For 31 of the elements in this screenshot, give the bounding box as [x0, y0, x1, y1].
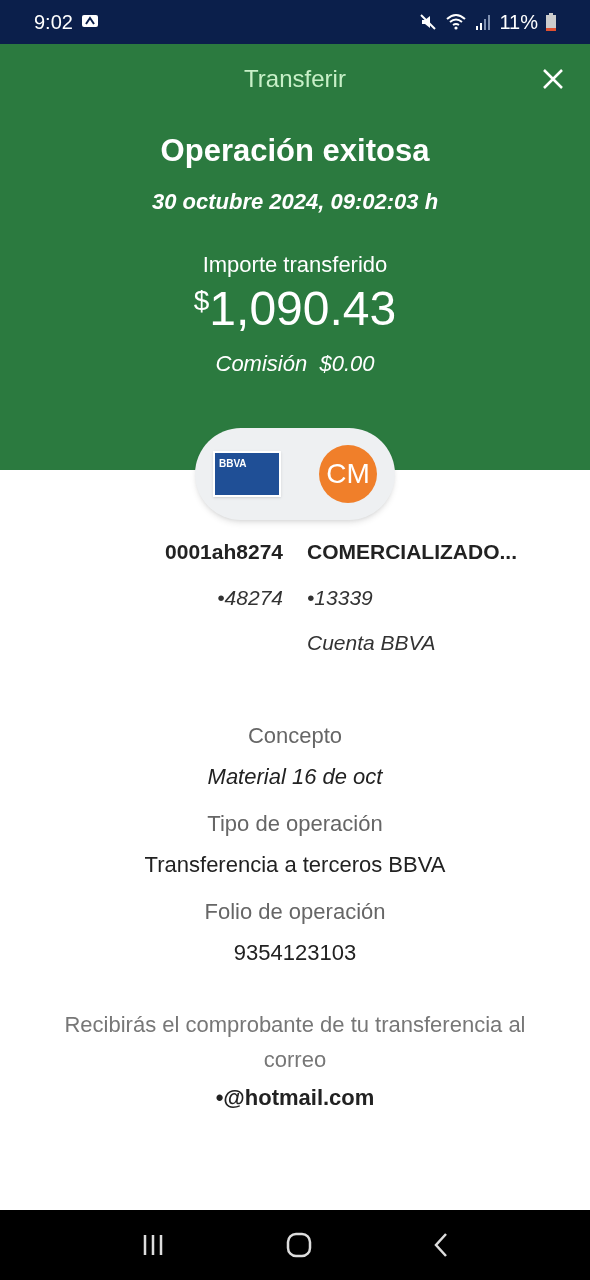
success-title: Operación exitosa	[160, 132, 430, 170]
operation-datetime: 30 octubre 2024, 09:02:03 h	[151, 187, 439, 216]
detail-label: Concepto	[247, 721, 343, 750]
bank-card-icon: BBVA	[213, 451, 281, 497]
amount-label: Importe transferido	[202, 250, 388, 279]
detail-value: 9354123103	[233, 938, 357, 967]
close-icon	[542, 68, 564, 90]
notification-icon	[80, 14, 99, 30]
recipient-avatar: CM	[319, 445, 377, 503]
origin-account-name: 0001ah8274	[165, 539, 283, 565]
battery-percent: 11%	[499, 10, 538, 35]
battery-icon	[546, 13, 556, 31]
receipt-notice: Recibirás el comprobante de tu transferencia al correo	[63, 1010, 527, 1074]
origin-account-number: •48274	[217, 584, 283, 611]
mute-icon	[419, 13, 438, 31]
recipient-account-number: •13339	[307, 584, 373, 611]
recipient-bank: Cuenta BBVA	[307, 630, 436, 656]
signal-icon	[475, 13, 492, 31]
detail-value: Transferencia a terceros BBVA	[144, 850, 446, 879]
amount-value: $1,090.43	[193, 284, 397, 333]
email-address: •@hotmail.com	[215, 1083, 375, 1112]
commission-text: Comisión $0.00	[215, 349, 375, 378]
detail-label: Tipo de operación	[207, 809, 383, 838]
detail-value: Material 16 de oct	[207, 762, 383, 791]
detail-label: Folio de operación	[204, 897, 386, 926]
recipient-name: COMERCIALIZADO...	[307, 539, 517, 565]
screen-title: Transferir	[244, 64, 346, 94]
wifi-icon	[445, 13, 468, 31]
back-icon	[433, 1232, 450, 1258]
status-time: 9:02	[34, 10, 73, 35]
home-icon	[286, 1232, 312, 1258]
